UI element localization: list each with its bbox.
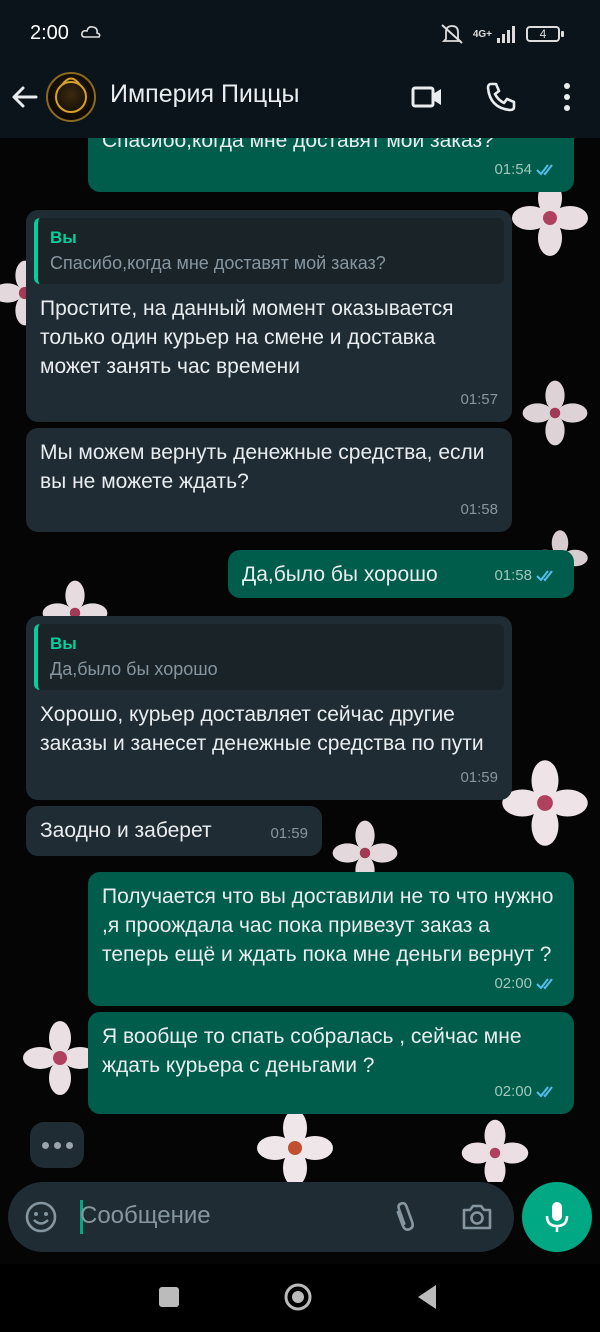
message-time: 02:00 [494,1083,532,1100]
message-incoming[interactable]: Вы Спасибо,когда мне доставят мой заказ?… [26,210,512,422]
system-navigation-bar [0,1264,600,1332]
message-outgoing[interactable]: Спасибо,когда мне доставят мой заказ? 01… [88,138,574,192]
attach-icon[interactable] [390,1200,420,1234]
quote-author: Вы [50,228,77,247]
message-text: Я вообще то спать собралась , сейчас мне… [102,1025,522,1077]
message-meta: 02:00 [494,969,560,998]
battery-level: 4 [539,27,547,41]
message-meta: 01:54 [494,155,560,184]
back-nav-icon[interactable] [414,1282,440,1312]
signal-icon [497,26,515,43]
message-outgoing[interactable]: Получается что вы доставили не то что ну… [88,872,574,1006]
message-meta: 02:00 [494,1077,560,1106]
message-meta: 01:58 [460,495,498,524]
read-ticks-icon [536,977,553,990]
read-ticks-icon [536,1085,553,1098]
message-placeholder: Сообщение [80,1202,211,1229]
message-time: 01:57 [460,391,498,408]
message-outgoing[interactable]: Да,было бы хорошо 01:58 [228,550,574,598]
message-incoming[interactable]: Мы можем вернуть денежные средства, если… [26,428,512,532]
quote-text: Да,было бы хорошо [50,659,218,679]
microphone-icon [545,1202,569,1232]
message-meta: 01:59 [270,819,308,848]
message-incoming[interactable]: Заодно и заберет 01:59 [26,806,322,856]
emoji-icon[interactable] [24,1200,58,1234]
quote-author: Вы [50,634,77,653]
message-time: 02:00 [494,975,532,992]
voice-call-icon[interactable] [484,80,518,114]
message-meta: 01:58 [494,561,560,590]
message-text: Мы можем вернуть денежные средства, если… [40,441,485,493]
message-text: Заодно и заберет [40,819,212,842]
message-composer: Сообщение [0,1182,600,1264]
message-meta: 01:57 [460,385,498,414]
typing-indicator [30,1122,84,1168]
wallpaper-flower-icon [257,1110,333,1182]
message-text: Получается что вы доставили не то что ну… [102,885,554,966]
video-call-icon[interactable] [410,80,444,114]
sync-icon [81,26,101,38]
message-input[interactable]: Сообщение [8,1182,514,1252]
quote-text: Спасибо,когда мне доставят мой заказ? [50,253,386,273]
recent-apps-icon[interactable] [156,1284,182,1310]
wallpaper-flower-icon [461,1119,529,1182]
chat-area[interactable]: Спасибо,когда мне доставят мой заказ? 01… [0,138,600,1182]
contact-avatar[interactable] [46,72,96,122]
message-incoming[interactable]: Вы Да,было бы хорошо Хорошо, курьер дост… [26,616,512,800]
read-ticks-icon [536,163,553,176]
message-outgoing[interactable]: Я вообще то спать собралась , сейчас мне… [88,1012,574,1114]
message-time: 01:59 [460,769,498,786]
battery-icon: 4 [526,26,564,42]
message-time: 01:58 [494,567,532,584]
message-time: 01:58 [460,501,498,518]
camera-icon[interactable] [460,1200,494,1234]
mute-icon [441,24,463,44]
message-text: Спасибо,когда мне доставят мой заказ? [102,138,494,152]
voice-record-button[interactable] [522,1182,592,1252]
read-ticks-icon [536,569,553,582]
status-bar: 2:00 4G+ 4 [0,0,600,66]
message-meta: 01:59 [460,763,498,792]
contact-name[interactable]: Империя Пиццы [110,80,300,109]
message-time: 01:59 [270,825,308,842]
wallpaper-flower-icon [502,760,588,846]
back-arrow-icon[interactable] [10,82,40,112]
chat-header: Империя Пиццы [0,66,600,139]
status-time: 2:00 [30,22,69,44]
message-text: Да,было бы хорошо [242,563,438,586]
message-text: Хорошо, курьер доставляет сейчас другие … [40,703,484,755]
quoted-message[interactable]: Вы Да,было бы хорошо [34,624,504,690]
home-icon[interactable] [282,1281,314,1313]
network-type: 4G+ [472,28,492,40]
message-text: Простите, на данный момент оказывается т… [40,297,454,378]
quoted-message[interactable]: Вы Спасибо,когда мне доставят мой заказ? [34,218,504,284]
wallpaper-flower-icon [522,380,588,446]
more-options-icon[interactable] [550,80,584,114]
status-indicators: 4G+ 4 [439,22,564,46]
message-time: 01:54 [494,161,532,178]
